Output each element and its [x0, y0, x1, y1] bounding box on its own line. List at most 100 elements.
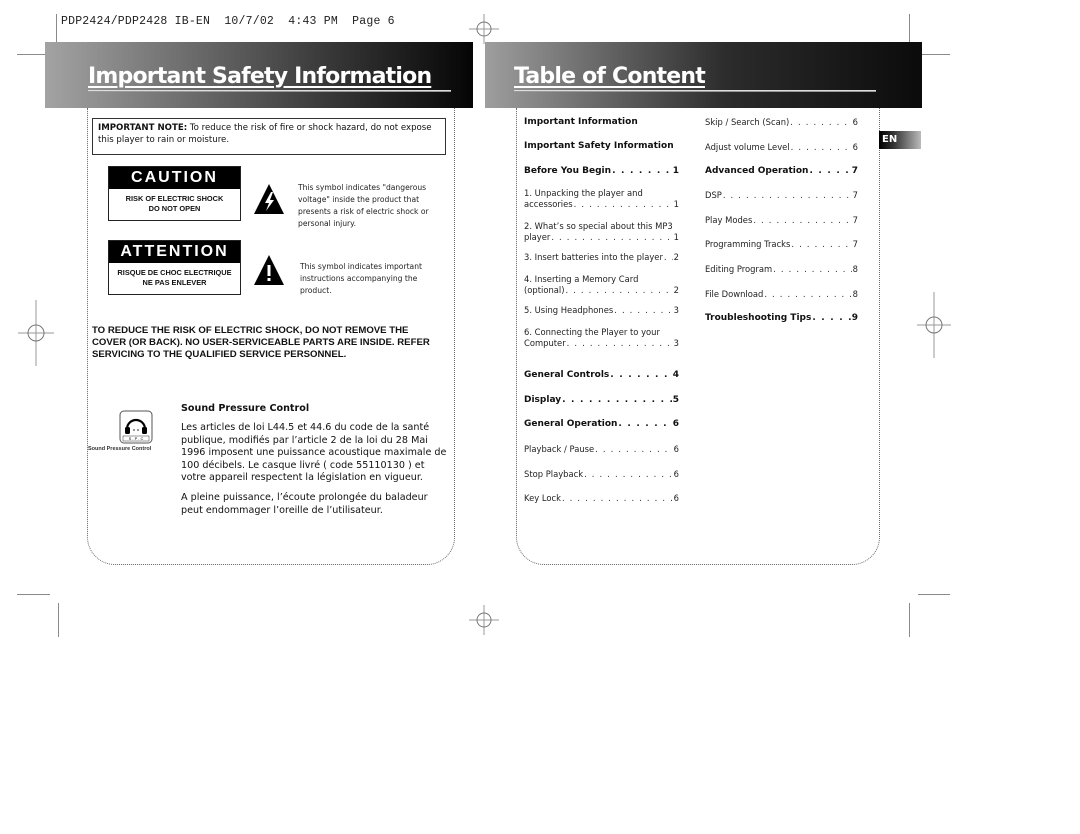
toc-page-number: 3 — [673, 338, 679, 348]
toc-entry[interactable]: 3. Insert batteries into the player . . … — [524, 252, 679, 262]
attention-label: ATTENTION RISQUE DE CHOC ELECTRIQUE NE P… — [108, 240, 241, 295]
toc-entry[interactable]: Display . . . . . . . . . . . . . . . . … — [524, 395, 679, 405]
toc-entry[interactable]: Computer . . . . . . . . . . . . . . . .… — [524, 338, 679, 348]
toc-entry-label: Before You Begin — [524, 166, 612, 176]
registration-mark-bottom — [469, 605, 499, 635]
toc-entry-label: General Operation — [524, 419, 618, 429]
toc-entry[interactable]: Advanced Operation . . . . . . . . . . .… — [705, 166, 858, 176]
toc-page-number: 6 — [673, 493, 679, 503]
toc-entry[interactable]: Skip / Search (Scan) . . . . . . . . . .… — [705, 117, 858, 127]
caution-label: CAUTION RISK OF ELECTRIC SHOCK DO NOT OP… — [108, 166, 241, 221]
registration-mark-top — [469, 14, 499, 44]
toc-entry-label: 5. Using Headphones — [524, 305, 614, 315]
spc-badge: S . P . C — [129, 436, 144, 441]
attention-heading: ATTENTION — [109, 241, 240, 263]
toc-entry[interactable]: Troubleshooting Tips . . . . . . . . . .… — [705, 313, 858, 323]
spc-paragraph-1: Les articles de loi L44.5 et 44.6 du cod… — [181, 422, 447, 483]
toc-entry[interactable]: Key Lock . . . . . . . . . . . . . . . .… — [524, 493, 679, 503]
toc-entry-line1[interactable]: 4. Inserting a Memory Card — [524, 273, 638, 286]
print-slug: PDP2424/PDP2428 IB-EN 10/7/02 4:43 PM Pa… — [61, 15, 395, 28]
toc-entry[interactable]: File Download . . . . . . . . . . . . . … — [705, 289, 858, 299]
toc-page-number: 2 — [673, 285, 679, 295]
toc-page-number: 1 — [673, 199, 679, 209]
toc-page-number: 7 — [852, 190, 858, 200]
registration-mark-left — [18, 300, 54, 366]
toc-entry[interactable]: Programming Tracks . . . . . . . . . . .… — [705, 239, 858, 249]
toc-leader-dots: . . . . . . . . . . . . . . . . . . . . … — [551, 232, 672, 242]
registration-mark-right — [917, 292, 951, 358]
spc-title: Sound Pressure Control — [181, 403, 310, 414]
toc-entry[interactable]: General Operation . . . . . . . . . . . … — [524, 419, 679, 429]
toc-page-number: 3 — [673, 305, 679, 315]
toc-leader-dots: . . . . . . . . . . . . . . . . . . . . … — [573, 199, 673, 209]
toc-entry-label: accessories — [524, 199, 573, 209]
toc-entry-line1[interactable]: 1. Unpacking the player and — [524, 187, 643, 200]
toc-page-number: 6 — [852, 142, 858, 152]
toc-leader-dots: . . . . . . . . . . . . . . . . . . . . … — [595, 444, 673, 454]
toc-leader-dots: . . . . . . . . . . . . . . . . . . . . … — [812, 313, 850, 323]
toc-entry[interactable]: Adjust volume Level . . . . . . . . . . … — [705, 142, 858, 152]
toc-page-number: 8 — [852, 289, 858, 299]
toc-leader-dots: . . . . . . . . . . . . . . . . . . . . … — [809, 166, 850, 176]
toc-entry[interactable]: Important Information — [524, 117, 679, 127]
toc-entry-label: Important Information — [524, 117, 638, 127]
toc-page-number: 6 — [673, 469, 679, 479]
toc-entry[interactable]: accessories . . . . . . . . . . . . . . … — [524, 199, 679, 209]
toc-leader-dots: . . . . . . . . . . . . . . . . . . . . … — [565, 285, 672, 295]
toc-entry[interactable]: (optional) . . . . . . . . . . . . . . .… — [524, 285, 679, 295]
toc-entry[interactable]: player . . . . . . . . . . . . . . . . .… — [524, 232, 679, 242]
toc-leader-dots: . . . . . . . . . . . . . . . . . . . . … — [753, 215, 851, 225]
toc-leader-dots: . . . . . . . . . . . . . . . . . . . . … — [584, 469, 673, 479]
toc-entry-label: General Controls — [524, 370, 610, 380]
exclamation-triangle-icon — [254, 255, 284, 285]
page-title-toc: Table of Content — [514, 64, 706, 89]
lightning-symbol-description: This symbol indicates "dangerous voltage… — [298, 183, 429, 228]
toc-entry[interactable]: Stop Playback . . . . . . . . . . . . . … — [524, 469, 679, 479]
toc-page-number: 1 — [673, 232, 679, 242]
toc-page-number: 1 — [672, 166, 679, 176]
toc-leader-dots: . . . . . . . . . . . . . . . . . . . . … — [722, 190, 852, 200]
toc-page-number: 2 — [673, 252, 679, 262]
toc-entry[interactable]: DSP . . . . . . . . . . . . . . . . . . … — [705, 190, 858, 200]
toc-page-number: 6 — [852, 117, 858, 127]
toc-entry[interactable]: Important Safety Information — [524, 141, 679, 151]
toc-leader-dots: . . . . . . . . . . . . . . . . . . . . … — [614, 305, 673, 315]
right-header-bar: Table of Content — [485, 42, 922, 108]
toc-entry-line1[interactable]: 2. What’s so special about this MP3 — [524, 220, 673, 233]
toc-leader-dots: . . . . . . . . . . . . . . . . . . . . … — [791, 239, 851, 249]
toc-entry[interactable]: General Controls . . . . . . . . . . . .… — [524, 370, 679, 380]
toc-leader-dots: . . . . . . . . . . . . . . . . . . . . … — [612, 166, 672, 176]
toc-entry-label: Playback / Pause — [524, 444, 595, 454]
toc-page-number: 5 — [672, 395, 679, 405]
exclamation-symbol-description: This symbol indicates important instruct… — [300, 262, 422, 295]
important-note-box: IMPORTANT NOTE: To reduce the risk of fi… — [92, 118, 446, 155]
toc-leader-dots: . . . . . . . . . . . . . . . . . . . . … — [663, 252, 673, 262]
toc-entry[interactable]: Play Modes . . . . . . . . . . . . . . .… — [705, 215, 858, 225]
toc-entry-label: Programming Tracks — [705, 239, 791, 249]
toc-entry-label: Key Lock — [524, 493, 561, 503]
toc-entry-label: 3. Insert batteries into the player — [524, 252, 663, 262]
toc-leader-dots: . . . . . . . . . . . . . . . . . . . . … — [790, 142, 852, 152]
toc-entry[interactable]: Editing Program . . . . . . . . . . . . … — [705, 264, 858, 274]
toc-page-number: 7 — [852, 215, 858, 225]
toc-entry[interactable]: Before You Begin . . . . . . . . . . . .… — [524, 166, 679, 176]
language-tab-en: EN — [879, 131, 921, 149]
toc-entry-label: (optional) — [524, 285, 565, 295]
toc-page-number: 6 — [672, 419, 679, 429]
toc-page-number: 7 — [852, 239, 858, 249]
toc-leader-dots: . . . . . . . . . . . . . . . . . . . . … — [562, 395, 672, 405]
toc-entry-label: Computer — [524, 338, 566, 348]
toc-leader-dots: . . . . . . . . . . . . . . . . . . . . … — [764, 289, 851, 299]
toc-entry[interactable]: 5. Using Headphones . . . . . . . . . . … — [524, 305, 679, 315]
toc-leader-dots: . . . . . . . . . . . . . . . . . . . . … — [610, 370, 671, 380]
attention-line2: NE PAS ENLEVER — [142, 278, 207, 287]
toc-leader-dots: . . . . . . . . . . . . . . . . . . . . … — [773, 264, 851, 274]
toc-page-number: 4 — [672, 370, 679, 380]
headphones-icon: S . P . C — [119, 410, 153, 444]
toc-leader-dots: . . . . . . . . . . . . . . . . . . . . … — [566, 338, 673, 348]
toc-page-number: 7 — [851, 166, 858, 176]
toc-entry-label: Advanced Operation — [705, 166, 809, 176]
toc-entry-label: Play Modes — [705, 215, 753, 225]
toc-entry-line1[interactable]: 6. Connecting the Player to your — [524, 326, 660, 339]
toc-entry[interactable]: Playback / Pause . . . . . . . . . . . .… — [524, 444, 679, 454]
